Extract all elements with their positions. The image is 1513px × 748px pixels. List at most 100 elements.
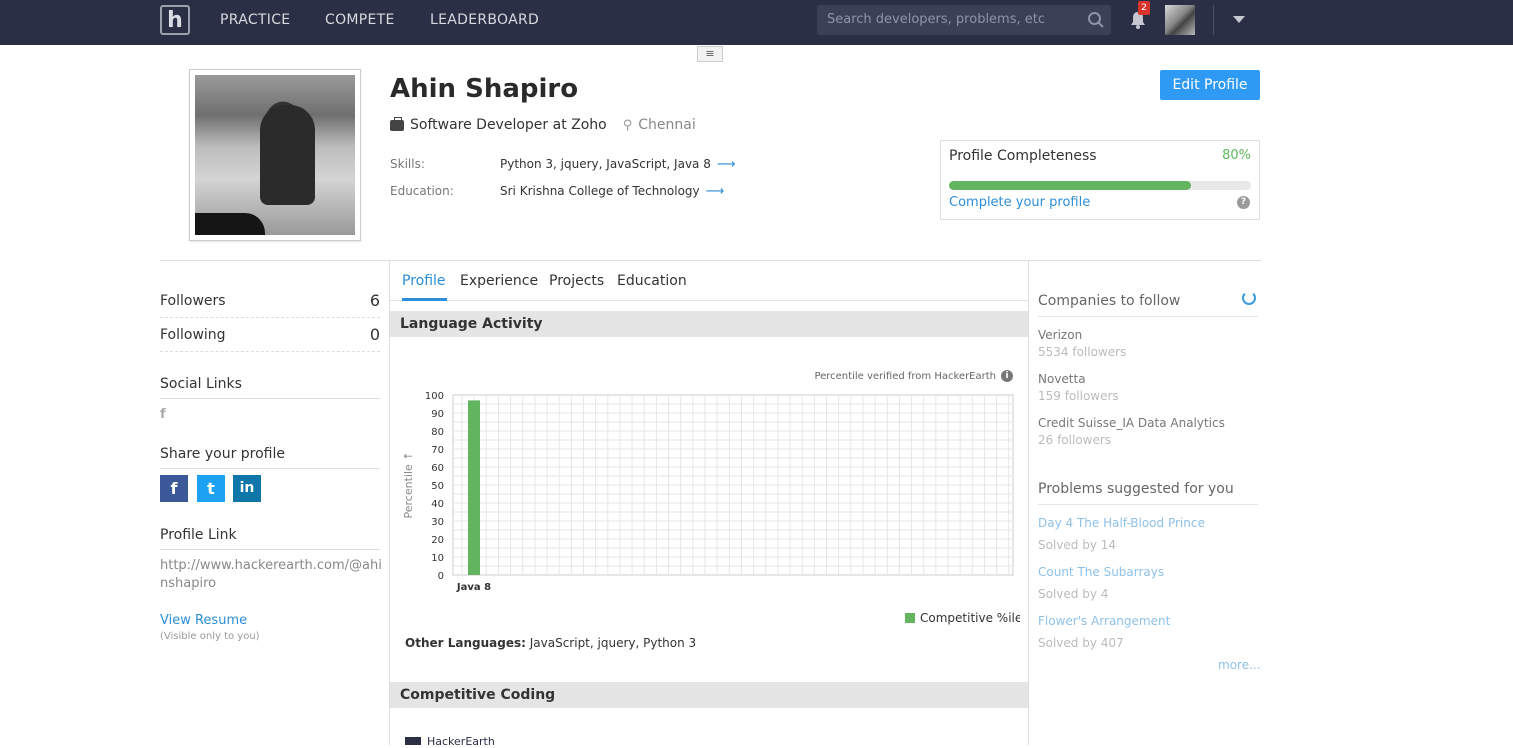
- followers-row[interactable]: Followers 6: [160, 286, 380, 318]
- language-activity-title: Language Activity: [400, 316, 543, 332]
- problem-link[interactable]: Count The Subarrays: [1038, 565, 1164, 579]
- followers-count: 6: [369, 291, 380, 310]
- hackerearth-brand: HackerEarth: [427, 735, 495, 748]
- y-tick-label: 10: [431, 553, 444, 564]
- profile-url[interactable]: http://www.hackerearth.com/@ahinshapiro: [160, 557, 382, 593]
- y-axis-label: Percentile ↑: [402, 452, 415, 519]
- y-tick-label: 90: [431, 409, 444, 420]
- competitive-coding-header: Competitive Coding: [390, 682, 1028, 708]
- y-tick-label: 50: [431, 481, 444, 492]
- resume-visibility-note: (Visible only to you): [160, 631, 260, 642]
- active-tab-indicator: [402, 298, 447, 301]
- search-icon[interactable]: [1087, 11, 1105, 29]
- facebook-icon[interactable]: f: [160, 407, 166, 422]
- bar-java-8: [468, 400, 480, 575]
- tab-profile[interactable]: Profile: [402, 273, 446, 289]
- completeness-progress-bar: [949, 181, 1251, 190]
- job-title: Software Developer at Zoho: [410, 117, 607, 133]
- profile-image: [195, 75, 355, 235]
- hackerearth-small-logo-icon: [405, 737, 421, 745]
- problems-heading: Problems suggested for you: [1038, 481, 1258, 505]
- profile-name: Ahin Shapiro: [390, 74, 579, 104]
- hackerearth-logo[interactable]: h: [160, 5, 190, 35]
- problem-solved-count: Solved by 14: [1038, 538, 1117, 552]
- y-tick-label: 100: [425, 391, 444, 402]
- company-name[interactable]: Verizon: [1038, 328, 1082, 342]
- search-input[interactable]: [827, 12, 1082, 27]
- followers-label: Followers: [160, 293, 226, 309]
- job-line: Software Developer at Zoho ⚲ Chennai: [390, 116, 696, 133]
- notification-count-badge: 2: [1138, 1, 1150, 15]
- nav-compete[interactable]: COMPETE: [325, 12, 395, 28]
- tab-projects[interactable]: Projects: [549, 273, 604, 289]
- company-name[interactable]: Novetta: [1038, 372, 1086, 386]
- refresh-icon[interactable]: [1242, 291, 1256, 305]
- legend-swatch: [905, 613, 915, 623]
- completeness-title: Profile Completeness: [949, 148, 1097, 164]
- location: Chennai: [638, 117, 696, 133]
- arrow-right-icon[interactable]: ⟶: [717, 157, 736, 172]
- profile-tabs: Profile Experience Projects Education: [390, 261, 1028, 301]
- competitive-coding-title: Competitive Coding: [400, 687, 556, 703]
- view-resume-link[interactable]: View Resume: [160, 613, 247, 628]
- legend-label: Competitive %ile: [920, 611, 1020, 625]
- profile-photo: [189, 69, 361, 241]
- share-linkedin-button[interactable]: in: [233, 475, 261, 502]
- tab-education[interactable]: Education: [617, 273, 687, 289]
- info-icon[interactable]: i: [1001, 370, 1013, 382]
- problem-solved-count: Solved by 4: [1038, 587, 1109, 601]
- skills-value: Python 3, jquery, JavaScript, Java 8 ⟶: [500, 157, 736, 172]
- company-name[interactable]: Credit Suisse_IA Data Analytics: [1038, 416, 1225, 430]
- verified-text: Percentile verified from HackerEarth: [814, 370, 996, 382]
- arrow-right-icon[interactable]: ⟶: [706, 184, 725, 199]
- nav-leaderboard[interactable]: LEADERBOARD: [430, 12, 539, 28]
- problem-link[interactable]: Flower's Arrangement: [1038, 614, 1170, 628]
- y-tick-label: 40: [431, 499, 444, 510]
- company-followers: 159 followers: [1038, 389, 1119, 403]
- following-row[interactable]: Following 0: [160, 320, 380, 352]
- briefcase-icon: [390, 116, 404, 131]
- share-profile-heading: Share your profile: [160, 446, 380, 469]
- top-navbar: h PRACTICE COMPETE LEADERBOARD 2: [0, 0, 1513, 45]
- company-followers: 26 followers: [1038, 433, 1112, 447]
- education-label: Education:: [390, 184, 454, 198]
- share-facebook-button[interactable]: f: [160, 475, 188, 502]
- education-value: Sri Krishna College of Technology ⟶: [500, 184, 725, 199]
- complete-profile-link[interactable]: Complete your profile: [949, 195, 1090, 210]
- problem-link[interactable]: Day 4 The Half-Blood Prince: [1038, 516, 1205, 530]
- company-followers: 5534 followers: [1038, 345, 1127, 359]
- language-activity-chart: 0 10 20 30 40 50 60 70 80 90 100 Percentile ↑ Java 8…: [402, 391, 1020, 625]
- tab-experience[interactable]: Experience: [460, 273, 538, 289]
- profile-link-heading: Profile Link: [160, 527, 380, 550]
- nav-practice[interactable]: PRACTICE: [220, 12, 290, 28]
- chevron-down-icon[interactable]: [1233, 16, 1245, 23]
- other-languages-value: JavaScript, jquery, Python 3: [529, 636, 697, 650]
- menu-toggle-icon[interactable]: ≡: [697, 46, 723, 62]
- problem-solved-count: Solved by 407: [1038, 636, 1124, 650]
- y-tick-label: 0: [438, 571, 444, 582]
- y-tick-label: 70: [431, 445, 444, 456]
- following-label: Following: [160, 327, 226, 343]
- y-tick-label: 60: [431, 463, 444, 474]
- other-languages: Other Languages: JavaScript, jquery, Pyt…: [405, 636, 696, 650]
- more-problems-link[interactable]: more...: [1218, 658, 1261, 672]
- y-tick-label: 30: [431, 517, 444, 528]
- profile-completeness-card: Profile Completeness 80% Complete your p…: [940, 140, 1260, 220]
- completeness-progress-fill: [949, 181, 1191, 190]
- completeness-percent: 80%: [1222, 148, 1251, 163]
- nav-divider: [1213, 5, 1214, 35]
- share-twitter-button[interactable]: t: [197, 475, 225, 502]
- x-tick-label: Java 8: [456, 582, 491, 593]
- search-box: [817, 5, 1111, 35]
- social-links-heading: Social Links: [160, 376, 380, 399]
- y-tick-label: 20: [431, 535, 444, 546]
- main-content: Profile Experience Projects Education La…: [389, 261, 1029, 748]
- percentile-verified-note: Percentile verified from HackerEarth i: [814, 370, 1013, 382]
- language-activity-header: Language Activity: [390, 311, 1028, 337]
- other-languages-label: Other Languages:: [405, 636, 526, 650]
- location-pin-icon: ⚲: [622, 117, 633, 133]
- help-icon[interactable]: ?: [1237, 196, 1250, 209]
- y-tick-label: 80: [431, 427, 444, 438]
- user-avatar[interactable]: [1165, 5, 1195, 35]
- edit-profile-button[interactable]: Edit Profile: [1160, 70, 1260, 100]
